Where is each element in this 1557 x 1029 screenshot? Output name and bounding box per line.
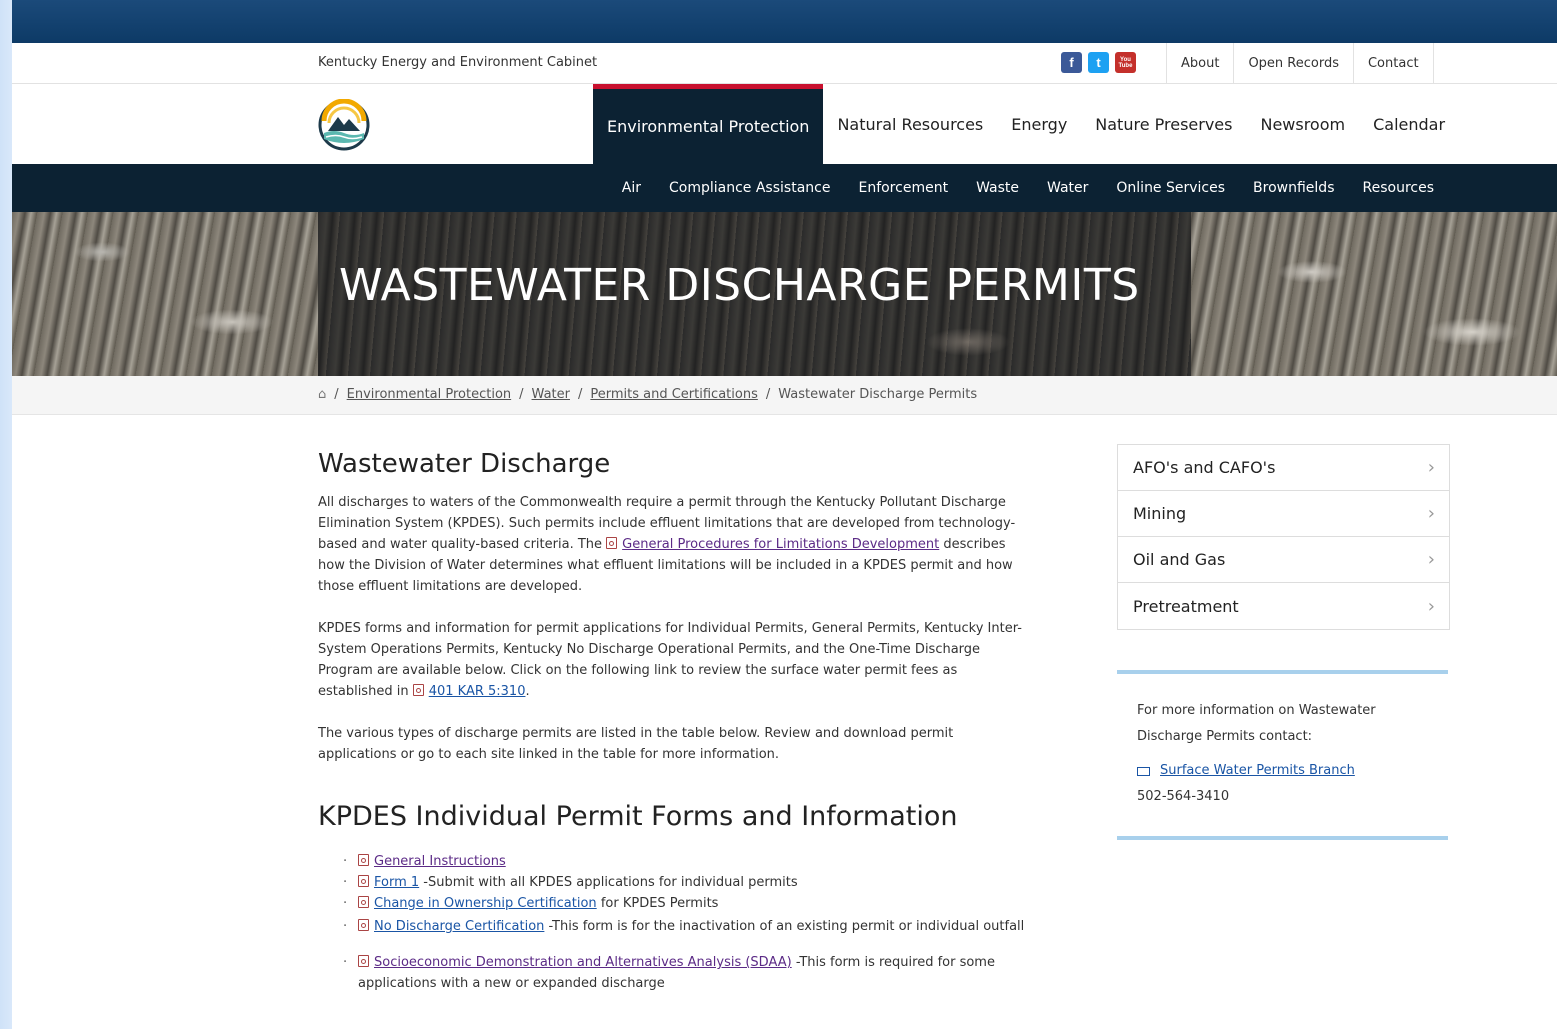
contact-intro: For more information on Wastewater Disch… bbox=[1137, 703, 1376, 744]
agency-name: Kentucky Energy and Environment Cabinet bbox=[318, 55, 598, 70]
sidenav-label: Oil and Gas bbox=[1133, 550, 1226, 569]
types-paragraph: The various types of discharge permits a… bbox=[318, 726, 954, 762]
sidenav-afo-cafo[interactable]: AFO's and CAFO's › bbox=[1118, 445, 1449, 491]
subnav-online-services[interactable]: Online Services bbox=[1102, 164, 1239, 212]
list-item: General Instructions bbox=[343, 851, 1030, 872]
breadcrumb-trail: ⌂ / Environmental Protection / Water / P… bbox=[318, 387, 977, 402]
twitter-icon[interactable]: t bbox=[1088, 52, 1109, 73]
list-item-text: -Submit with all KPDES applications for … bbox=[419, 875, 798, 890]
breadcrumb-water[interactable]: Water bbox=[532, 387, 570, 402]
main-nav-items: Environmental Protection Natural Resourc… bbox=[593, 84, 1459, 164]
page: Kentucky Energy and Environment Cabinet … bbox=[12, 0, 1557, 1029]
envelope-icon bbox=[1137, 766, 1150, 776]
no-discharge-certification-link[interactable]: No Discharge Certification bbox=[374, 919, 544, 934]
pdf-icon bbox=[412, 684, 424, 696]
facebook-icon[interactable]: f bbox=[1061, 52, 1082, 73]
subnav-resources[interactable]: Resources bbox=[1349, 164, 1449, 212]
intro-paragraph: All discharges to waters of the Commonwe… bbox=[318, 492, 1030, 597]
list-item: Change in Ownership Certification for KP… bbox=[343, 893, 1030, 914]
hero-banner: WASTEWATER DISCHARGE PERMITS bbox=[12, 212, 1557, 376]
sidenav-label: AFO's and CAFO's bbox=[1133, 458, 1276, 477]
section-heading: Wastewater Discharge bbox=[318, 449, 611, 479]
subnav-air[interactable]: Air bbox=[608, 164, 655, 212]
contact-email: Surface Water Permits Branch bbox=[1137, 758, 1448, 784]
home-icon[interactable]: ⌂ bbox=[318, 387, 326, 402]
forms-text-end: . bbox=[525, 684, 530, 699]
nav-natural-resources[interactable]: Natural Resources bbox=[823, 84, 997, 164]
subnav-water[interactable]: Water bbox=[1033, 164, 1102, 212]
sub-nav-items: Air Compliance Assistance Enforcement Wa… bbox=[608, 164, 1448, 212]
forms-heading: KPDES Individual Permit Forms and Inform… bbox=[318, 801, 958, 832]
chevron-right-icon: › bbox=[1427, 457, 1435, 478]
general-instructions-link[interactable]: General Instructions bbox=[374, 854, 506, 869]
top-bar bbox=[12, 0, 1557, 43]
surface-water-branch-link[interactable]: Surface Water Permits Branch bbox=[1160, 758, 1355, 784]
pdf-icon bbox=[358, 919, 369, 931]
social-links: f t You Tube bbox=[1061, 52, 1136, 73]
nav-energy[interactable]: Energy bbox=[997, 84, 1081, 164]
limitations-development-link[interactable]: General Procedures for Limitations Devel… bbox=[622, 537, 939, 552]
cabinet-logo-icon[interactable] bbox=[318, 99, 370, 151]
sidenav-label: Mining bbox=[1133, 504, 1187, 523]
utility-links: About Open Records Contact bbox=[1166, 43, 1434, 83]
list-item: Form 1 -Submit with all KPDES applicatio… bbox=[343, 872, 1030, 893]
list-item-text: -This form is for the inactivation of an… bbox=[544, 919, 1025, 934]
chevron-right-icon: › bbox=[1427, 503, 1435, 524]
list-item-text: for KPDES Permits bbox=[596, 896, 719, 911]
nav-environmental-protection[interactable]: Environmental Protection bbox=[593, 84, 824, 164]
contact-phone: 502-564-3410 bbox=[1137, 789, 1230, 804]
sidenav-oil-and-gas[interactable]: Oil and Gas › bbox=[1118, 537, 1449, 583]
breadcrumb: ⌂ / Environmental Protection / Water / P… bbox=[12, 376, 1557, 415]
subnav-enforcement[interactable]: Enforcement bbox=[844, 164, 962, 212]
forms-list: General Instructions Form 1 -Submit with… bbox=[318, 851, 1030, 994]
contact-link[interactable]: Contact bbox=[1352, 43, 1434, 83]
main-content: Wastewater Discharge All discharges to w… bbox=[318, 446, 1030, 994]
form-1-link[interactable]: Form 1 bbox=[374, 875, 419, 890]
sdaa-link[interactable]: Socioeconomic Demonstration and Alternat… bbox=[374, 955, 792, 970]
sidenav-mining[interactable]: Mining › bbox=[1118, 491, 1449, 537]
breadcrumb-separator: / bbox=[577, 387, 583, 402]
contact-box: For more information on Wastewater Disch… bbox=[1117, 670, 1448, 840]
breadcrumb-permits[interactable]: Permits and Certifications bbox=[590, 387, 757, 402]
pdf-icon bbox=[358, 875, 369, 887]
breadcrumb-separator: / bbox=[334, 387, 339, 402]
youtube-icon[interactable]: You Tube bbox=[1115, 52, 1136, 73]
sub-nav: Air Compliance Assistance Enforcement Wa… bbox=[12, 164, 1557, 212]
about-link[interactable]: About bbox=[1166, 43, 1233, 83]
pdf-icon bbox=[358, 955, 369, 967]
subnav-brownfields[interactable]: Brownfields bbox=[1239, 164, 1348, 212]
subnav-compliance-assistance[interactable]: Compliance Assistance bbox=[655, 164, 844, 212]
sidenav-label: Pretreatment bbox=[1133, 596, 1239, 616]
chevron-right-icon: › bbox=[1427, 595, 1435, 617]
list-item: Socioeconomic Demonstration and Alternat… bbox=[343, 952, 1030, 994]
nav-nature-preserves[interactable]: Nature Preserves bbox=[1081, 84, 1246, 164]
ownership-certification-link[interactable]: Change in Ownership Certification bbox=[374, 896, 597, 911]
list-item: No Discharge Certification -This form is… bbox=[343, 914, 1030, 940]
nav-calendar[interactable]: Calendar bbox=[1359, 84, 1459, 164]
pdf-icon bbox=[358, 896, 369, 908]
page-title: WASTEWATER DISCHARGE PERMITS bbox=[339, 260, 1140, 311]
subnav-waste[interactable]: Waste bbox=[962, 164, 1033, 212]
breadcrumb-environmental-protection[interactable]: Environmental Protection bbox=[347, 387, 512, 402]
open-records-link[interactable]: Open Records bbox=[1233, 43, 1353, 83]
breadcrumb-separator: / bbox=[519, 387, 524, 402]
side-nav: AFO's and CAFO's › Mining › Oil and Gas › P… bbox=[1117, 444, 1450, 630]
chevron-right-icon: › bbox=[1427, 549, 1435, 570]
pdf-icon bbox=[358, 854, 369, 866]
breadcrumb-current: Wastewater Discharge Permits bbox=[778, 387, 978, 402]
forms-paragraph: KPDES forms and information for permit a… bbox=[318, 618, 1030, 702]
sidenav-pretreatment[interactable]: Pretreatment › bbox=[1118, 583, 1449, 629]
nav-newsroom[interactable]: Newsroom bbox=[1246, 84, 1359, 164]
utility-bar: Kentucky Energy and Environment Cabinet … bbox=[12, 43, 1557, 84]
kar-link[interactable]: 401 KAR 5:310 bbox=[429, 684, 526, 699]
main-nav: Environmental Protection Natural Resourc… bbox=[12, 84, 1557, 164]
breadcrumb-separator: / bbox=[765, 387, 771, 402]
pdf-icon bbox=[606, 537, 618, 549]
